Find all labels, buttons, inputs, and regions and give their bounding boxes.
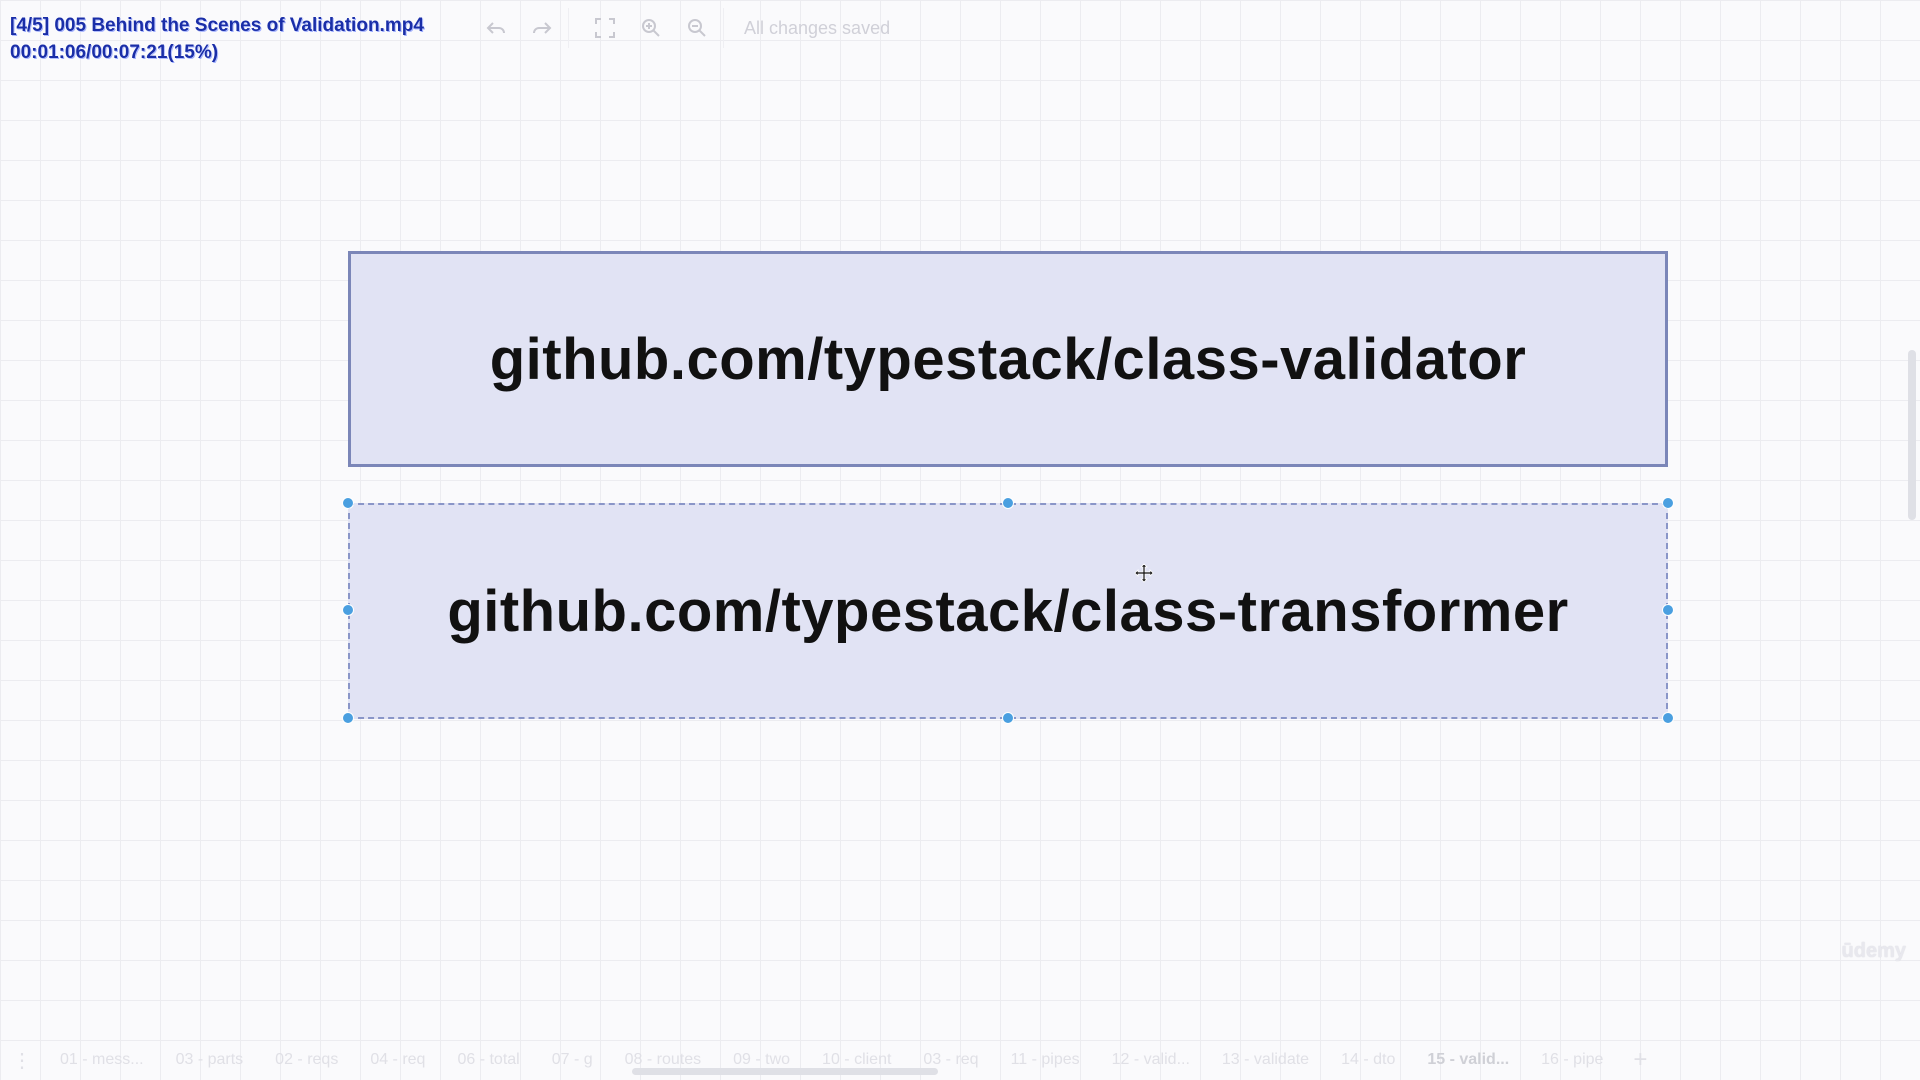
page-tab[interactable]: 01 - mess... bbox=[44, 1040, 160, 1080]
move-cursor-icon bbox=[1134, 563, 1154, 583]
page-tab[interactable]: 13 - validate bbox=[1206, 1040, 1325, 1080]
redo-icon bbox=[533, 22, 552, 34]
view-group bbox=[579, 8, 724, 48]
page-tabs-bar: ⋮ 01 - mess... 03 - parts 02 - reqs 04 - re… bbox=[0, 1040, 1920, 1080]
zoom-in-icon bbox=[642, 19, 660, 37]
pages-menu-icon[interactable]: ⋮ bbox=[0, 1048, 44, 1073]
vertical-scrollbar[interactable] bbox=[1908, 350, 1916, 520]
toolbar: All changes saved bbox=[470, 8, 890, 48]
video-overlay: [4/5] 005 Behind the Scenes of Validatio… bbox=[10, 12, 424, 66]
shape-label: github.com/typestack/class-validator bbox=[489, 326, 1527, 392]
video-filename: [4/5] 005 Behind the Scenes of Validatio… bbox=[10, 15, 424, 36]
history-group bbox=[470, 8, 569, 48]
undo-button[interactable] bbox=[476, 8, 516, 48]
redo-button[interactable] bbox=[522, 8, 562, 48]
page-tab[interactable]: 02 - reqs bbox=[259, 1040, 354, 1080]
resize-handle-bottom-left[interactable] bbox=[342, 712, 354, 724]
save-status: All changes saved bbox=[744, 17, 891, 38]
resize-handle-bottom-right[interactable] bbox=[1662, 712, 1674, 724]
resize-handle-top-left[interactable] bbox=[342, 497, 354, 509]
zoom-out-icon bbox=[688, 19, 706, 37]
page-tab[interactable]: 15 - valid... bbox=[1411, 1040, 1525, 1080]
resize-handle-top[interactable] bbox=[1002, 497, 1014, 509]
page-tab[interactable]: 07 - g bbox=[536, 1040, 609, 1080]
video-progress: 00:01:06/00:07:21(15%) bbox=[10, 42, 219, 63]
fullscreen-icon bbox=[595, 18, 615, 38]
page-tab[interactable]: 04 - req bbox=[354, 1040, 441, 1080]
undo-icon bbox=[486, 22, 505, 34]
shape-label: github.com/typestack/class-transformer bbox=[447, 578, 1569, 644]
page-tab[interactable]: 03 - parts bbox=[160, 1040, 260, 1080]
resize-handle-right[interactable] bbox=[1662, 604, 1674, 616]
zoom-out-button[interactable] bbox=[677, 8, 717, 48]
fullscreen-button[interactable] bbox=[585, 8, 625, 48]
udemy-watermark: ūdemy bbox=[1841, 940, 1906, 962]
page-tab[interactable]: 12 - valid... bbox=[1096, 1040, 1206, 1080]
shape-class-validator[interactable]: github.com/typestack/class-validator bbox=[348, 251, 1668, 467]
page-tab[interactable]: 14 - dto bbox=[1325, 1040, 1411, 1080]
add-page-icon[interactable]: + bbox=[1633, 1046, 1647, 1074]
page-tab[interactable]: 06 - total bbox=[441, 1040, 535, 1080]
resize-handle-top-right[interactable] bbox=[1662, 497, 1674, 509]
shape-class-transformer-selected[interactable]: github.com/typestack/class-transformer bbox=[348, 503, 1668, 719]
horizontal-scrollbar[interactable] bbox=[632, 1068, 938, 1075]
page-tab[interactable]: 16 - pipe bbox=[1525, 1040, 1619, 1080]
page-tab[interactable]: 11 - pipes bbox=[995, 1040, 1096, 1080]
resize-handle-bottom[interactable] bbox=[1002, 712, 1014, 724]
zoom-in-button[interactable] bbox=[631, 8, 671, 48]
resize-handle-left[interactable] bbox=[342, 604, 354, 616]
